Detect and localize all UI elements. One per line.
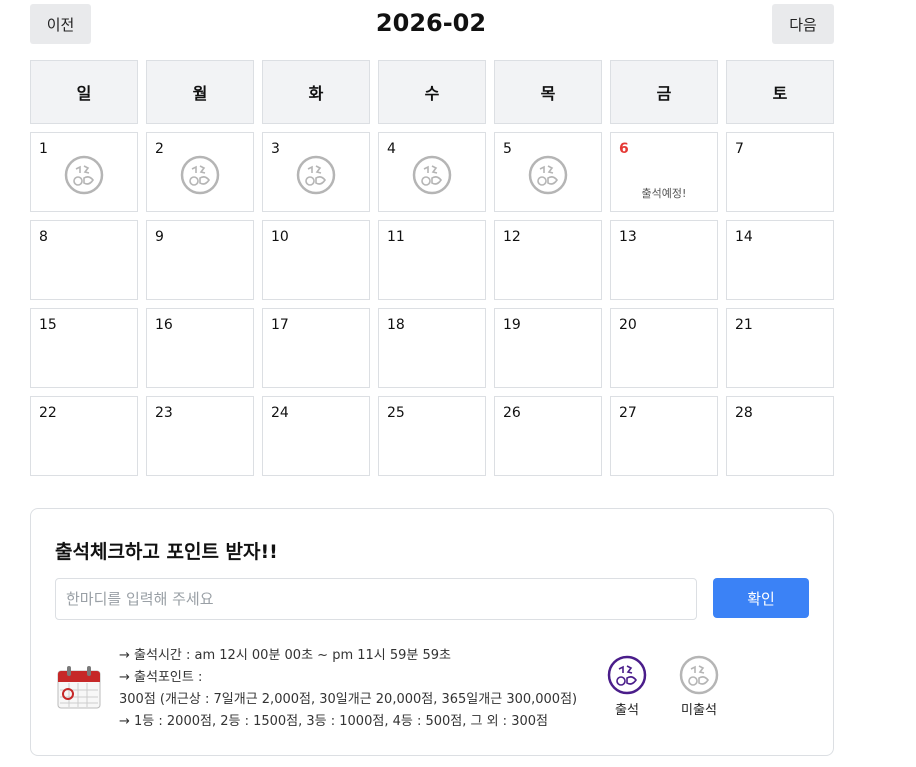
checkin-info: → 출석시간 : am 12시 00분 00초 ~ pm 11시 59분 59초…: [119, 645, 577, 733]
weekday-header: 일: [30, 60, 138, 124]
day-number: 7: [735, 141, 744, 157]
day-number: 3: [271, 141, 280, 157]
panel-title: 출석체크하고 포인트 받자!!: [55, 541, 278, 563]
calendar-day-cell[interactable]: 24: [262, 396, 370, 476]
day-message: 출석예정!: [641, 187, 687, 200]
day-number: 10: [271, 229, 289, 245]
calendar-day-cell[interactable]: 5: [494, 132, 602, 212]
info-line: → 1등 : 2000점, 2등 : 1500점, 3등 : 1000점, 4등…: [119, 714, 548, 729]
calendar-day-cell[interactable]: 23: [146, 396, 254, 476]
calendar-icon: [57, 666, 101, 709]
weekday-header-row: 일월화수목금토: [30, 60, 834, 124]
day-number: 12: [503, 229, 521, 245]
calendar-day-cell[interactable]: 2: [146, 132, 254, 212]
day-number: 21: [735, 317, 753, 333]
day-number: 19: [503, 317, 521, 333]
calendar-day-cell[interactable]: 11: [378, 220, 486, 300]
day-number: 16: [155, 317, 173, 333]
confirm-button[interactable]: 확인: [713, 578, 809, 618]
calendar-day-cell[interactable]: 18: [378, 308, 486, 388]
legend-attended: 출석: [597, 655, 657, 718]
day-number: 1: [39, 141, 48, 157]
next-month-button[interactable]: 다음: [772, 4, 834, 44]
calendar-day-cell[interactable]: 9: [146, 220, 254, 300]
weekday-header: 월: [146, 60, 254, 124]
weekday-header: 목: [494, 60, 602, 124]
attendance-stamp-icon: [412, 155, 452, 195]
calendar-day-cell[interactable]: 7: [726, 132, 834, 212]
info-line: → 출석포인트 :: [119, 670, 203, 685]
calendar-day-cell[interactable]: 15: [30, 308, 138, 388]
calendar-day-cell[interactable]: 25: [378, 396, 486, 476]
day-number: 27: [619, 405, 637, 421]
day-number: 2: [155, 141, 164, 157]
weekday-header: 화: [262, 60, 370, 124]
calendar-day-cell[interactable]: 20: [610, 308, 718, 388]
attendance-stamp-icon: [528, 155, 568, 195]
calendar-day-cell[interactable]: 10: [262, 220, 370, 300]
calendar-week-row: 22 23 24 25 26 27 28: [30, 396, 834, 476]
day-number: 5: [503, 141, 512, 157]
calendar-day-cell[interactable]: 27: [610, 396, 718, 476]
calendar-day-cell[interactable]: 8: [30, 220, 138, 300]
calendar-day-cell[interactable]: 17: [262, 308, 370, 388]
day-number: 20: [619, 317, 637, 333]
info-line: 300점 (개근상 : 7일개근 2,000점, 30일개근 20,000점, …: [119, 692, 578, 707]
weekday-header: 금: [610, 60, 718, 124]
calendar-week-row: 1 2 3 4 5 6 출석예정! 7: [30, 132, 834, 212]
calendar-week-row: 8 9 10 11 12 13 14: [30, 220, 834, 300]
calendar-day-cell[interactable]: 6 출석예정!: [610, 132, 718, 212]
legend-absent: 미출석: [669, 655, 729, 718]
day-number: 15: [39, 317, 57, 333]
attendance-stamp-icon: [64, 155, 104, 195]
calendar-day-cell[interactable]: 21: [726, 308, 834, 388]
day-number: 6: [619, 141, 629, 157]
attendance-stamp-icon: [180, 155, 220, 195]
day-number: 14: [735, 229, 753, 245]
calendar-day-cell[interactable]: 26: [494, 396, 602, 476]
calendar-day-cell[interactable]: 1: [30, 132, 138, 212]
attendance-stamp-icon: [296, 155, 336, 195]
calendar-day-cell[interactable]: 3: [262, 132, 370, 212]
info-line: → 출석시간 : am 12시 00분 00초 ~ pm 11시 59분 59초: [119, 648, 452, 663]
legend-absent-label: 미출석: [681, 703, 717, 718]
day-number: 28: [735, 405, 753, 421]
legend-attended-label: 출석: [615, 703, 639, 718]
day-number: 17: [271, 317, 289, 333]
attended-stamp-icon: [607, 655, 647, 695]
day-number: 26: [503, 405, 521, 421]
month-title: 2026-02: [375, 9, 487, 37]
day-number: 8: [39, 229, 48, 245]
day-number: 25: [387, 405, 405, 421]
calendar-day-cell[interactable]: 14: [726, 220, 834, 300]
calendar-week-row: 15 16 17 18 19 20 21: [30, 308, 834, 388]
calendar-day-cell[interactable]: 4: [378, 132, 486, 212]
calendar-day-cell[interactable]: 28: [726, 396, 834, 476]
calendar-day-cell[interactable]: 22: [30, 396, 138, 476]
day-number: 24: [271, 405, 289, 421]
day-number: 9: [155, 229, 164, 245]
weekday-header: 수: [378, 60, 486, 124]
calendar-grid: 일 월 화 수 목 금 토 1 2 3 4 5 6 출석예정! 7 8 9 10 11 12 13 14 15 16 17 18 1…: [30, 60, 834, 484]
day-number: 23: [155, 405, 173, 421]
comment-input[interactable]: [55, 578, 697, 620]
day-number: 4: [387, 141, 396, 157]
absent-stamp-icon: [679, 655, 719, 695]
calendar-day-cell[interactable]: 12: [494, 220, 602, 300]
day-number: 22: [39, 405, 57, 421]
weekday-header: 토: [726, 60, 834, 124]
calendar-day-cell[interactable]: 19: [494, 308, 602, 388]
day-number: 13: [619, 229, 637, 245]
day-number: 18: [387, 317, 405, 333]
checkin-panel: 출석체크하고 포인트 받자!! 확인 → 출석시간 : am 12시 00분 0…: [30, 508, 834, 756]
calendar-day-cell[interactable]: 13: [610, 220, 718, 300]
calendar-day-cell[interactable]: 16: [146, 308, 254, 388]
day-number: 11: [387, 229, 405, 245]
